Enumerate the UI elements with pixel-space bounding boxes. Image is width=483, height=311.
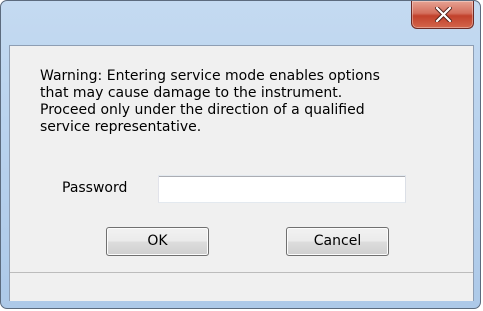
- dialog-client-area: Warning: Entering service mode enables o…: [9, 45, 474, 301]
- title-bar[interactable]: [1, 1, 480, 45]
- warning-message: Warning: Entering service mode enables o…: [40, 68, 380, 135]
- password-input[interactable]: [158, 175, 406, 203]
- password-label: Password: [62, 180, 128, 196]
- ok-button[interactable]: OK: [106, 227, 209, 256]
- close-icon: [435, 7, 452, 22]
- close-button[interactable]: [411, 1, 474, 29]
- service-mode-dialog-window: Warning: Entering service mode enables o…: [0, 0, 481, 309]
- cancel-button[interactable]: Cancel: [286, 227, 389, 256]
- dialog-footer: [10, 273, 473, 301]
